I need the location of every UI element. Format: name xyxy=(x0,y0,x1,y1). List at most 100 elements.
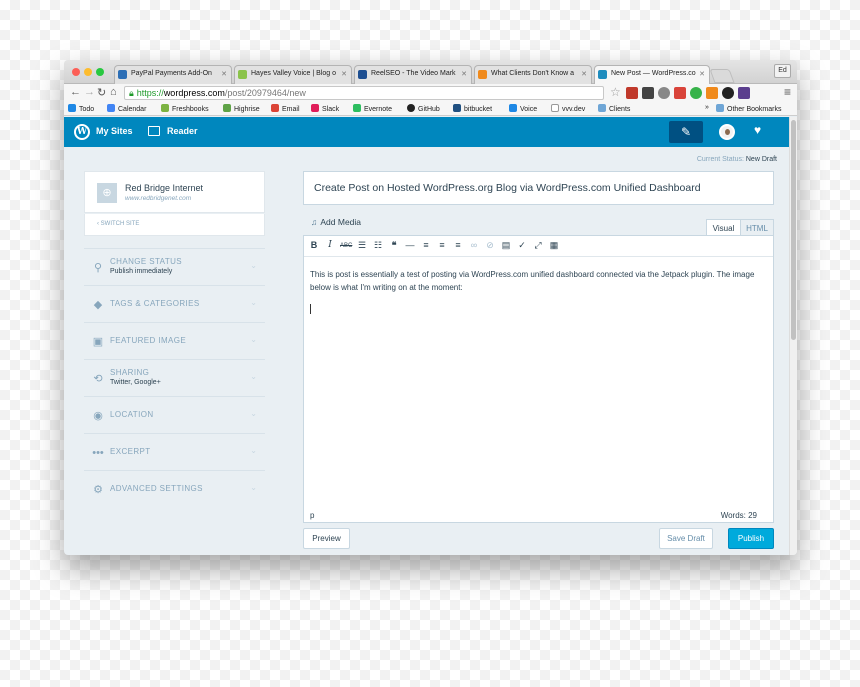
wordpress-logo-icon[interactable]: W xyxy=(74,124,90,140)
scrollbar-thumb[interactable] xyxy=(791,120,796,340)
bookmark-vvv-dev[interactable]: vvv.dev xyxy=(551,104,585,113)
accordion-change-status[interactable]: ⚲ CHANGE STATUS Publish immediately ⌄ xyxy=(84,248,265,285)
accordion-excerpt[interactable]: ••• EXCERPT ⌄ xyxy=(84,433,265,470)
extension-icon[interactable] xyxy=(738,87,750,99)
horizontal-rule-icon[interactable]: — xyxy=(404,240,416,250)
blockquote-icon[interactable]: ❝ xyxy=(388,240,400,251)
minimize-window-button[interactable] xyxy=(84,68,92,76)
site-card[interactable]: ⊕ Red Bridge Internet www.redbridgenet.c… xyxy=(84,171,265,213)
bookmark-github[interactable]: GitHub xyxy=(407,104,440,113)
avatar[interactable] xyxy=(719,124,735,140)
tag-icon: ◆ xyxy=(93,299,103,311)
todo-icon xyxy=(68,104,76,112)
reader-link[interactable]: Reader xyxy=(167,126,198,136)
extension-icon[interactable] xyxy=(722,87,734,99)
extension-icon[interactable] xyxy=(706,87,718,99)
link-icon[interactable]: ∞ xyxy=(468,240,480,250)
bookmark-star-icon[interactable]: ☆ xyxy=(610,85,621,99)
tab-visual[interactable]: Visual xyxy=(706,219,741,235)
accordion-tags-categories[interactable]: ◆ TAGS & CATEGORIES ⌄ xyxy=(84,285,265,322)
bookmark-label: bitbucket xyxy=(464,106,493,113)
fullscreen-icon[interactable]: ⤢ xyxy=(532,240,544,251)
close-tab-icon[interactable]: ✕ xyxy=(341,70,347,78)
page-scrollbar[interactable] xyxy=(789,117,797,555)
unlink-icon[interactable]: ⊘ xyxy=(484,240,496,251)
bookmark-voice[interactable]: Voice xyxy=(509,104,537,113)
chevron-down-icon: ⌄ xyxy=(250,372,257,381)
url-input[interactable]: 🔒︎ https://wordpress.com/post/20979464/ne… xyxy=(124,86,604,100)
new-tab-button[interactable] xyxy=(709,69,735,83)
bookmark-slack[interactable]: Slack xyxy=(311,104,339,113)
browser-tab[interactable]: Hayes Valley Voice | Blog o ✕ xyxy=(234,65,352,84)
save-draft-button[interactable]: Save Draft xyxy=(659,528,713,549)
editor-content[interactable]: This is post is essentially a test of po… xyxy=(310,268,770,294)
bookmark-evernote[interactable]: Evernote xyxy=(353,104,392,113)
pin-icon: ⚲ xyxy=(93,262,103,274)
browser-tab[interactable]: PayPal Payments Add-On ✕ xyxy=(114,65,232,84)
post-editor[interactable]: B I ABC ☰ ☷ ❝ — ≡ ≡ ≡ ∞ ⊘ ▤ ✓ ⤢ ▦ This i… xyxy=(303,235,774,523)
italic-icon[interactable]: I xyxy=(324,240,336,250)
spellcheck-icon[interactable]: ✓ xyxy=(516,240,528,251)
close-window-button[interactable] xyxy=(72,68,80,76)
my-sites-link[interactable]: My Sites xyxy=(96,126,133,136)
bookmark-label: Evernote xyxy=(364,106,393,113)
bookmark-bitbucket[interactable]: bitbucket xyxy=(453,104,492,113)
back-arrow-icon[interactable]: ← xyxy=(70,86,81,98)
extension-icon[interactable] xyxy=(642,87,654,99)
align-left-icon[interactable]: ≡ xyxy=(420,240,432,250)
other-bookmarks[interactable]: Other Bookmarks xyxy=(716,104,781,113)
accordion-advanced-settings[interactable]: ⚙ ADVANCED SETTINGS ⌄ xyxy=(84,470,265,507)
browser-tab[interactable]: ReelSEO - The Video Mark ✕ xyxy=(354,65,472,84)
zoom-window-button[interactable] xyxy=(96,68,104,76)
reader-icon[interactable] xyxy=(148,126,160,136)
masterbar: W My Sites Reader ✎ ♥ xyxy=(64,117,797,147)
publish-button[interactable]: Publish xyxy=(728,528,774,549)
insert-more-icon[interactable]: ▤ xyxy=(500,240,512,251)
accordion-location[interactable]: ◉ LOCATION ⌄ xyxy=(84,396,265,433)
bookmark-label: GitHub xyxy=(418,106,440,113)
accordion-featured-image[interactable]: ▣ FEATURED IMAGE ⌄ xyxy=(84,322,265,359)
bookmark-label: Voice xyxy=(520,106,538,113)
bookmark-todo[interactable]: Todo xyxy=(68,104,94,113)
close-tab-icon[interactable]: ✕ xyxy=(221,70,227,78)
close-tab-icon[interactable]: ✕ xyxy=(461,70,467,78)
bold-icon[interactable]: B xyxy=(308,240,320,250)
browser-tab-active[interactable]: New Post — WordPress.co ✕ xyxy=(594,65,710,85)
home-icon[interactable]: ⌂ xyxy=(110,86,117,98)
extension-icon[interactable] xyxy=(626,87,638,99)
post-title-input[interactable]: Create Post on Hosted WordPress.org Blog… xyxy=(303,171,774,205)
align-right-icon[interactable]: ≡ xyxy=(452,240,464,250)
bookmark-highrise[interactable]: Highrise xyxy=(223,104,260,113)
write-post-button[interactable]: ✎ xyxy=(669,121,703,143)
reload-icon[interactable]: ↻ xyxy=(97,86,106,99)
align-center-icon[interactable]: ≡ xyxy=(436,240,448,250)
close-tab-icon[interactable]: ✕ xyxy=(581,70,587,78)
forward-arrow-icon[interactable]: → xyxy=(84,86,95,98)
extension-icon[interactable] xyxy=(674,87,686,99)
strikethrough-icon[interactable]: ABC xyxy=(340,243,352,249)
media-icon: ♫ xyxy=(311,217,318,227)
bookmark-clients[interactable]: Clients xyxy=(598,104,630,113)
accordion-sharing[interactable]: ⟲ SHARING Twitter, Google+ ⌄ xyxy=(84,359,265,396)
preview-button[interactable]: Preview xyxy=(303,528,350,549)
bulleted-list-icon[interactable]: ☰ xyxy=(356,240,368,251)
numbered-list-icon[interactable]: ☷ xyxy=(372,240,384,251)
add-media-button[interactable]: ♫ Add Media xyxy=(311,217,361,227)
bookmark-freshbooks[interactable]: Freshbooks xyxy=(161,104,209,113)
bookmarks-overflow-button[interactable]: » xyxy=(705,104,709,111)
bookmark-email[interactable]: Email xyxy=(271,104,300,113)
editor-footer: p Words: 29 xyxy=(304,509,773,523)
menu-icon[interactable]: ≡ xyxy=(784,85,791,99)
url-scheme: https:// xyxy=(136,88,164,98)
browser-tab[interactable]: What Clients Don't Know a ✕ xyxy=(474,65,592,84)
kitchen-sink-icon[interactable]: ▦ xyxy=(548,240,560,251)
close-tab-icon[interactable]: ✕ xyxy=(699,70,705,78)
folder-icon xyxy=(716,104,724,112)
tab-html[interactable]: HTML xyxy=(741,219,774,235)
bookmark-calendar[interactable]: Calendar xyxy=(107,104,146,113)
pocket-icon[interactable] xyxy=(658,87,670,99)
profile-button[interactable]: Ed xyxy=(774,64,791,78)
switch-site-link[interactable]: ‹ SWITCH SITE xyxy=(84,214,265,236)
evernote-icon[interactable] xyxy=(690,87,702,99)
notifications-icon[interactable]: ♥ xyxy=(754,123,761,137)
